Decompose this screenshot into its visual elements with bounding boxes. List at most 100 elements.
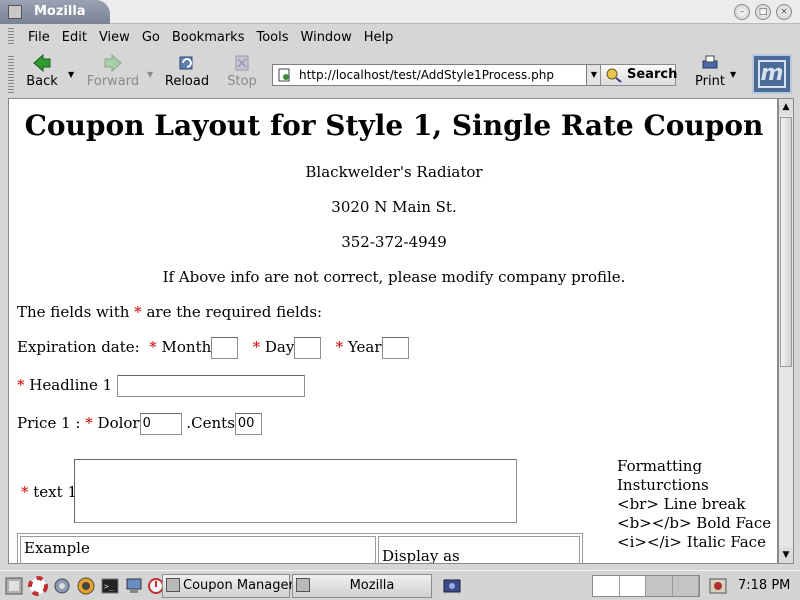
company-name: Blackwelder's Radiator — [305, 163, 483, 181]
required-asterisk: * — [335, 338, 344, 356]
svg-text:>_: >_ — [104, 582, 114, 591]
search-icon — [606, 68, 622, 83]
terminal-icon[interactable]: >_ — [100, 576, 120, 596]
back-button[interactable]: Back — [24, 54, 60, 89]
dolor-input[interactable]: 0 — [139, 413, 182, 435]
forward-history-dropdown-icon[interactable]: ▼ — [147, 70, 153, 79]
tray-network-icon[interactable] — [442, 576, 462, 596]
workspace-pager[interactable] — [592, 575, 700, 597]
window-title-tab: Mozilla — [0, 0, 110, 24]
price-label: Price 1 : — [17, 414, 81, 432]
year-input[interactable] — [381, 337, 409, 359]
vertical-scrollbar[interactable]: ▲ ▼ — [778, 98, 794, 564]
example-table: Example Display as — [17, 533, 583, 564]
task-coupon-manager[interactable]: Coupon Manager — [162, 574, 294, 598]
main-menu-icon[interactable] — [4, 576, 24, 596]
reload-button[interactable]: Reload — [164, 54, 210, 89]
taskbar: >_ Coupon Manager Mozilla 7:18 PM — [0, 570, 800, 600]
day-label: Day — [264, 338, 295, 356]
page-proxy-icon[interactable] — [277, 68, 291, 82]
menu-view[interactable]: View — [93, 28, 136, 50]
url-text: http://localhost/test/AddStyle1Process.p… — [299, 68, 554, 82]
text-label-row: * text 1 — [21, 483, 77, 501]
stop-button[interactable]: Stop — [224, 54, 260, 89]
month-input[interactable] — [211, 337, 239, 359]
mozilla-throbber-logo[interactable]: m — [752, 54, 792, 94]
text-1-textarea[interactable] — [74, 459, 517, 523]
menu-file[interactable]: File — [22, 28, 56, 50]
forward-arrow-icon — [104, 54, 122, 72]
workspace-4[interactable] — [672, 576, 699, 596]
window-icon — [166, 578, 180, 592]
menu-go[interactable]: Go — [136, 28, 166, 50]
display-header: Display as — [382, 547, 460, 564]
window-controls: – □ × — [734, 4, 792, 20]
help-lifebuoy-icon[interactable] — [28, 576, 48, 596]
required-asterisk: * — [134, 303, 142, 321]
back-history-dropdown-icon[interactable]: ▼ — [68, 70, 74, 79]
clock[interactable]: 7:18 PM — [738, 578, 790, 593]
forward-button[interactable]: Forward — [86, 54, 140, 89]
required-asterisk: * — [17, 376, 25, 394]
task-mozilla-label: Mozilla — [349, 578, 395, 593]
headline-row: * Headline 1 — [17, 375, 306, 397]
search-button[interactable]: Search — [600, 64, 677, 86]
mozilla-m-icon: m — [758, 60, 786, 88]
day-input[interactable] — [294, 337, 322, 359]
window-app-icon — [8, 5, 22, 19]
back-arrow-icon — [33, 54, 51, 72]
url-bar[interactable]: http://localhost/test/AddStyle1Process.p… — [272, 64, 588, 86]
reload-icon — [179, 56, 193, 70]
formatting-instructions: Formatting Insturctions <br> Line break … — [617, 457, 777, 552]
window-titlebar: Mozilla – □ × — [0, 0, 800, 24]
headline-label: Headline 1 — [29, 376, 113, 394]
profile-notice: If Above info are not correct, please mo… — [162, 268, 626, 286]
menu-bookmarks[interactable]: Bookmarks — [166, 28, 251, 50]
formatting-line-break: <br> Line break — [617, 495, 746, 513]
minimize-button[interactable]: – — [734, 4, 750, 20]
computer-icon[interactable] — [124, 576, 144, 596]
headline-input[interactable] — [117, 375, 306, 397]
menu-tools[interactable]: Tools — [250, 28, 294, 50]
settings-icon[interactable] — [52, 576, 72, 596]
formatting-italic: <i></i> Italic Face — [617, 533, 766, 551]
required-asterisk: * — [21, 483, 29, 501]
close-button[interactable]: × — [776, 4, 792, 20]
scroll-up-arrow-icon[interactable]: ▲ — [779, 99, 793, 115]
menu-bar: File Edit View Go Bookmarks Tools Window… — [8, 28, 399, 50]
formatting-title: Formatting Insturctions — [617, 457, 709, 494]
menu-edit[interactable]: Edit — [56, 28, 93, 50]
toolbar-grip[interactable] — [8, 56, 14, 94]
required-note: The fields with * are the required field… — [17, 303, 322, 321]
tray-status-icon[interactable] — [708, 576, 728, 596]
example-header-cell: Example — [20, 536, 376, 563]
required-asterisk: * — [85, 414, 93, 432]
reload-label: Reload — [164, 74, 210, 89]
menubar-grip[interactable] — [8, 28, 14, 46]
window-title: Mozilla — [34, 4, 86, 19]
month-label: Month — [161, 338, 212, 356]
scrollbar-thumb[interactable] — [780, 117, 792, 367]
print-button[interactable]: Print — [692, 54, 728, 89]
menu-help[interactable]: Help — [358, 28, 400, 50]
task-mozilla[interactable]: Mozilla — [292, 574, 432, 598]
workspace-2[interactable] — [619, 576, 646, 596]
browser-icon[interactable] — [76, 576, 96, 596]
page-title: Coupon Layout for Style 1, Single Rate C… — [24, 109, 764, 142]
scroll-down-arrow-icon[interactable]: ▼ — [779, 547, 793, 563]
example-header: Example — [24, 539, 90, 557]
menu-window[interactable]: Window — [295, 28, 358, 50]
workspace-1[interactable] — [593, 576, 620, 596]
maximize-button[interactable]: □ — [755, 4, 771, 20]
stop-icon — [235, 55, 249, 71]
print-dropdown-icon[interactable]: ▼ — [730, 70, 736, 79]
cents-label: .Cents — [186, 414, 235, 432]
workspace-3[interactable] — [646, 576, 673, 596]
task-coupon-manager-label: Coupon Manager — [183, 578, 294, 593]
price-row: Price 1 : * Dolor 0 .Cents 00 — [17, 413, 262, 435]
company-phone: 352-372-4949 — [341, 233, 447, 251]
company-address: 3020 N Main St. — [331, 198, 457, 216]
cents-input[interactable]: 00 — [234, 413, 262, 435]
stop-label: Stop — [227, 74, 257, 89]
required-note-prefix: The fields with — [17, 303, 130, 321]
